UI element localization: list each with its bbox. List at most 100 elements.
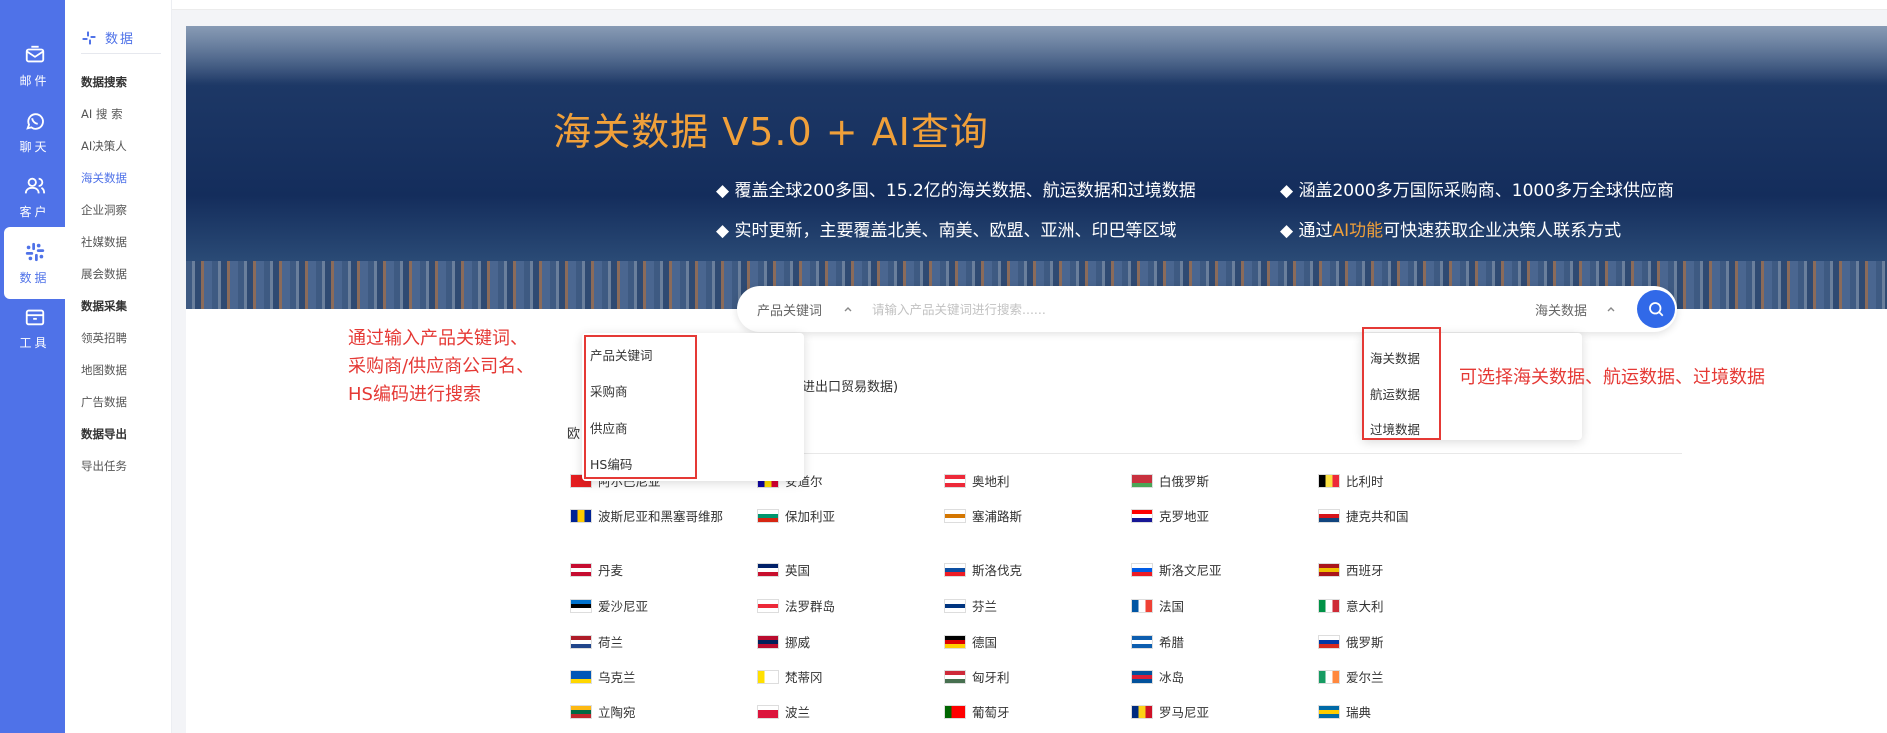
annotation-line: 采购商/供应商公司名、 — [348, 356, 535, 377]
country-name: 英国 — [785, 563, 811, 578]
rail-item-customers[interactable]: 客户 — [4, 161, 65, 233]
country-item[interactable]: 法罗群岛 — [757, 598, 835, 615]
flag-icon — [944, 509, 966, 523]
country-name: 葡萄牙 — [972, 705, 1010, 720]
hero-bullet: ◆ 通过AI功能可快速获取企业决策人联系方式 — [1280, 221, 1622, 241]
rail-label-customers: 客户 — [19, 204, 50, 219]
divider — [742, 453, 1682, 454]
country-name: 奥地利 — [972, 474, 1010, 489]
country-item[interactable]: 波兰 — [757, 704, 810, 721]
rail-item-chat[interactable]: 聊天 — [4, 96, 65, 168]
flag-icon — [570, 599, 592, 613]
country-name: 挪威 — [785, 635, 811, 650]
rail-item-data[interactable]: 数据 — [4, 227, 65, 299]
flag-icon — [944, 705, 966, 719]
country-item[interactable]: 梵蒂冈 — [757, 669, 823, 686]
flag-icon — [944, 635, 966, 649]
flag-icon — [1318, 670, 1340, 684]
country-item[interactable]: 斯洛文尼亚 — [1131, 562, 1222, 579]
data-type-select[interactable]: 海关数据 — [1535, 300, 1587, 319]
rail-label-data: 数据 — [19, 270, 50, 285]
flag-icon — [570, 509, 592, 523]
nav-item-ad-data[interactable]: 广告数据 — [81, 394, 127, 410]
country-item[interactable]: 乌克兰 — [570, 669, 636, 686]
country-name: 保加利亚 — [785, 509, 836, 524]
flag-icon — [944, 670, 966, 684]
country-item[interactable]: 法国 — [1131, 598, 1184, 615]
search-bar: 产品关键词 海关数据 — [737, 286, 1677, 332]
flag-icon — [1131, 474, 1153, 488]
country-name: 丹麦 — [598, 563, 624, 578]
flag-icon — [944, 599, 966, 613]
flag-icon — [757, 670, 779, 684]
chevron-up-icon[interactable] — [842, 303, 854, 315]
country-item[interactable]: 奥地利 — [944, 473, 1010, 490]
chevron-up-icon[interactable] — [1605, 303, 1617, 315]
country-item[interactable]: 捷克共和国 — [1318, 508, 1409, 525]
country-item[interactable]: 德国 — [944, 634, 997, 651]
country-item[interactable]: 白俄罗斯 — [1131, 473, 1209, 490]
country-name: 乌克兰 — [598, 670, 636, 685]
nav-item-social-data[interactable]: 社媒数据 — [81, 234, 127, 250]
country-name: 罗马尼亚 — [1159, 705, 1210, 720]
country-item[interactable]: 立陶宛 — [570, 704, 636, 721]
nav-item-ai-decision-maker[interactable]: AI决策人 — [81, 138, 127, 154]
country-item[interactable]: 爱沙尼亚 — [570, 598, 648, 615]
country-item[interactable]: 英国 — [757, 562, 810, 579]
country-item[interactable]: 丹麦 — [570, 562, 623, 579]
country-name: 波兰 — [785, 705, 811, 720]
country-item[interactable]: 西班牙 — [1318, 562, 1384, 579]
nav-item-map-data[interactable]: 地图数据 — [81, 362, 127, 378]
flag-icon — [1131, 705, 1153, 719]
country-item[interactable]: 斯洛伐克 — [944, 562, 1022, 579]
country-item[interactable]: 瑞典 — [1318, 704, 1371, 721]
country-item[interactable]: 克罗地亚 — [1131, 508, 1209, 525]
country-item[interactable]: 荷兰 — [570, 634, 623, 651]
nav-group-export: 数据导出 — [81, 427, 127, 441]
country-item[interactable]: 匈牙利 — [944, 669, 1010, 686]
flag-icon — [1318, 509, 1340, 523]
country-item[interactable]: 意大利 — [1318, 598, 1384, 615]
search-input[interactable] — [872, 296, 1472, 322]
nav-group-search: 数据搜索 — [81, 75, 127, 89]
country-item[interactable]: 波斯尼亚和黑塞哥维那 — [570, 508, 723, 525]
nav-item-customs-data[interactable]: 海关数据 — [81, 170, 127, 186]
hero-title: 海关数据 V5.0 + AI查询 — [553, 110, 989, 154]
country-item[interactable]: 塞浦路斯 — [944, 508, 1022, 525]
rail-label-tools: 工具 — [19, 335, 50, 350]
flag-icon — [757, 509, 779, 523]
country-item[interactable]: 芬兰 — [944, 598, 997, 615]
hero-bullet-text: 可快速获取企业决策人联系方式 — [1383, 221, 1622, 241]
country-item[interactable]: 保加利亚 — [757, 508, 835, 525]
country-item[interactable]: 冰岛 — [1131, 669, 1184, 686]
flag-icon — [757, 635, 779, 649]
country-item[interactable]: 爱尔兰 — [1318, 669, 1384, 686]
flag-icon — [1131, 509, 1153, 523]
flag-icon — [570, 705, 592, 719]
country-item[interactable]: 葡萄牙 — [944, 704, 1010, 721]
rail-item-tools[interactable]: 工具 — [4, 292, 65, 364]
whatsapp-icon — [25, 112, 44, 130]
toolbox-icon — [25, 309, 44, 325]
country-name: 荷兰 — [598, 635, 624, 650]
search-category-select[interactable]: 产品关键词 — [757, 300, 822, 319]
search-button[interactable] — [1637, 290, 1675, 328]
country-item[interactable]: 比利时 — [1318, 473, 1384, 490]
nav-item-company-insight[interactable]: 企业洞察 — [81, 202, 127, 218]
rail-item-mail[interactable]: 邮件 — [4, 30, 65, 102]
nav-item-linkedin-jobs[interactable]: 领英招聘 — [81, 330, 127, 346]
country-name: 西班牙 — [1346, 563, 1384, 578]
nav-item-exhibition-data[interactable]: 展会数据 — [81, 266, 127, 282]
country-name: 斯洛文尼亚 — [1159, 563, 1222, 578]
country-item[interactable]: 希腊 — [1131, 634, 1184, 651]
country-name: 法国 — [1159, 599, 1185, 614]
nav-item-export-tasks[interactable]: 导出任务 — [81, 458, 127, 474]
nav-item-ai-search[interactable]: AI 搜 索 — [81, 106, 123, 122]
country-item[interactable]: 俄罗斯 — [1318, 634, 1384, 651]
country-item[interactable]: 挪威 — [757, 634, 810, 651]
country-name: 希腊 — [1159, 635, 1185, 650]
users-icon — [24, 177, 45, 193]
flag-icon — [1318, 599, 1340, 613]
country-name: 德国 — [972, 635, 998, 650]
country-item[interactable]: 罗马尼亚 — [1131, 704, 1209, 721]
